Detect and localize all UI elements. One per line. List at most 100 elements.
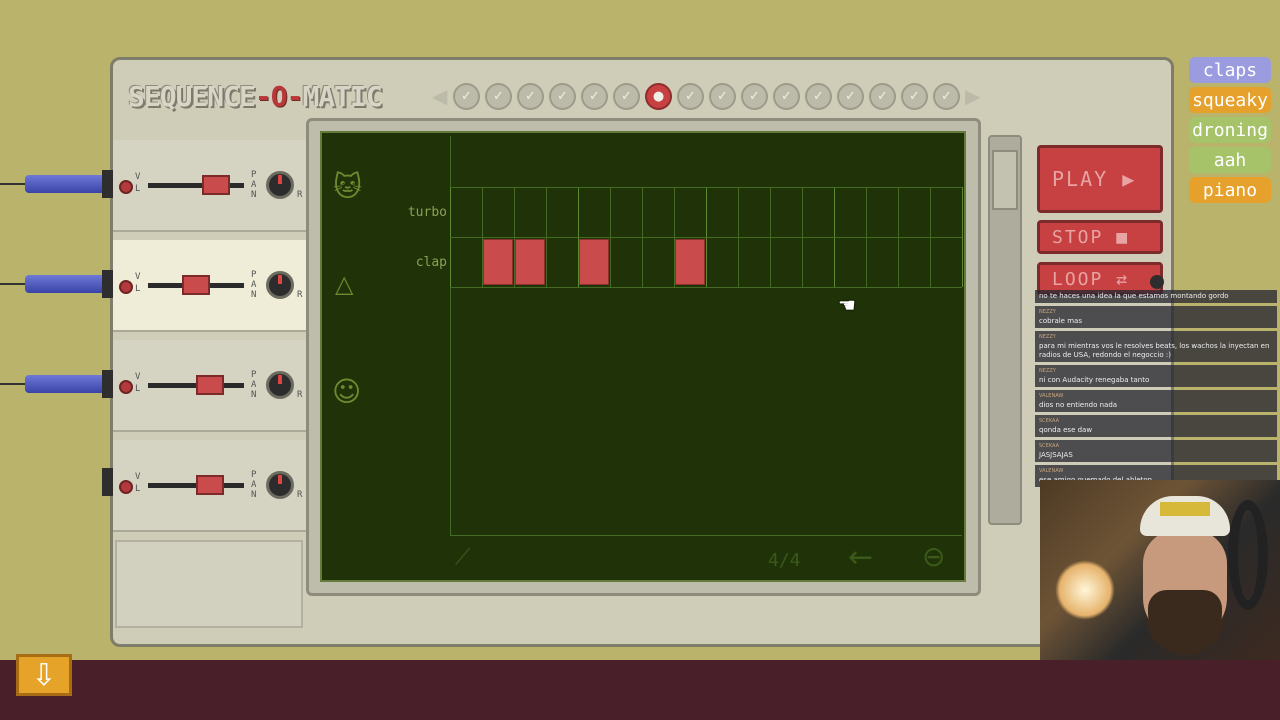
checkmark-icon: ✓ <box>805 83 832 110</box>
pan-label-a: A <box>251 180 257 190</box>
pan-label-r: R <box>297 390 303 400</box>
pan-label-n: N <box>251 490 257 500</box>
pan-knob[interactable] <box>266 371 294 399</box>
chat-message: NEZZY ni con Audacity renegaba tanto <box>1035 365 1277 387</box>
chat-text: JASJSAJAS <box>1039 451 1073 459</box>
checkmark-icon: ✓ <box>773 83 800 110</box>
beats-right-arrow-icon: ▶ <box>965 84 981 108</box>
checkmark-icon: ✓ <box>677 83 704 110</box>
sequencer-note[interactable] <box>483 239 513 285</box>
channel-led[interactable] <box>119 380 133 394</box>
chat-text: cobrale mas <box>1039 317 1082 325</box>
loop-icon: ⇄ <box>1116 268 1130 290</box>
audio-cable <box>25 275 105 293</box>
grid-bottom-line <box>450 535 962 536</box>
pan-label-a: A <box>251 380 257 390</box>
chat-text: no te haces una idea la que estamos mont… <box>1039 292 1229 300</box>
channel-strip[interactable]: VL PAN R <box>113 340 306 432</box>
vol-label-l: L <box>135 184 141 194</box>
vol-label-v: V <box>135 372 141 382</box>
beats-left-arrow-icon: ◀ <box>432 84 448 108</box>
back-arrow-icon[interactable]: ← <box>848 540 873 575</box>
down-arrow-icon: ⇩ <box>31 657 57 693</box>
sequencer-note[interactable] <box>675 239 705 285</box>
volume-slider-handle[interactable] <box>195 375 224 395</box>
pan-label-p: P <box>251 370 257 380</box>
vol-label-v: V <box>135 272 141 282</box>
checkmark-icon: ✓ <box>837 83 864 110</box>
sequencer-note[interactable] <box>515 239 545 285</box>
chat-username: VALENAW <box>1039 393 1064 399</box>
stream-chat: no te haces una idea la que estamos mont… <box>1035 290 1277 487</box>
volume-slider-handle[interactable] <box>182 275 210 295</box>
stop-icon: ■ <box>1116 226 1130 248</box>
chat-message: SCEKAA qonda ese daw <box>1035 415 1277 437</box>
vol-label-l: L <box>135 384 141 394</box>
chat-username: VALENAW <box>1039 468 1064 474</box>
checkmark-icon: ✓ <box>549 83 576 110</box>
track-label: turbo <box>407 205 447 220</box>
row-gridline <box>450 237 962 238</box>
checkmark-icon: ✓ <box>901 83 928 110</box>
pan-label-r: R <box>297 490 303 500</box>
pan-knob[interactable] <box>266 271 294 299</box>
pan-label-p: P <box>251 170 257 180</box>
pan-label-a: A <box>251 280 257 290</box>
checkmark-icon: ✓ <box>485 83 512 110</box>
chat-message: VALENAW dios no entiendo nada <box>1035 390 1277 412</box>
volume-slider-handle[interactable] <box>202 175 231 195</box>
channel-led[interactable] <box>119 180 133 194</box>
checkmark-icon: ✓ <box>517 83 544 110</box>
channel-strip[interactable]: VL PAN R <box>113 440 306 532</box>
chat-username: NEZZY <box>1039 368 1056 374</box>
checkmark-icon: ✓ <box>709 83 736 110</box>
instrument-tag-squeaky[interactable]: squeaky <box>1189 87 1271 113</box>
chat-text: qonda ese daw <box>1039 426 1093 434</box>
vol-label-v: V <box>135 172 141 182</box>
scrollbar-thumb[interactable] <box>992 150 1018 210</box>
chat-message: no te haces una idea la que estamos mont… <box>1035 290 1277 303</box>
channel-led[interactable] <box>119 280 133 294</box>
chat-username: NEZZY <box>1039 309 1056 315</box>
audio-cable <box>25 375 105 393</box>
pan-label-r: R <box>297 190 303 200</box>
vol-label-v: V <box>135 472 141 482</box>
instrument-tag-droning[interactable]: droning <box>1189 117 1271 143</box>
brush-icon[interactable]: ⟋ <box>455 545 470 570</box>
chat-text: dios no entiendo nada <box>1039 401 1118 409</box>
chat-username: SCEKAA <box>1039 443 1059 449</box>
instrument-tag-piano[interactable]: piano <box>1189 177 1271 203</box>
chat-message: SCEKAA JASJSAJAS <box>1035 440 1277 462</box>
instrument-tag-aah[interactable]: aah <box>1189 147 1271 173</box>
headset <box>1228 500 1268 610</box>
sequencer-screen[interactable] <box>320 131 966 582</box>
drop-icon[interactable]: △ <box>335 270 353 298</box>
bottom-bar <box>0 660 1280 720</box>
face-icon[interactable]: ☺ <box>332 375 361 408</box>
pan-label-r: R <box>297 290 303 300</box>
checkmark-icon: ✓ <box>741 83 768 110</box>
download-button[interactable]: ⇩ <box>16 654 72 696</box>
play-button[interactable]: PLAY ▶ <box>1037 145 1163 213</box>
channel-strip[interactable]: VL PAN R <box>113 140 306 232</box>
pan-label-p: P <box>251 470 257 480</box>
checkmark-icon: ✓ <box>453 83 480 110</box>
pan-label-n: N <box>251 290 257 300</box>
zoom-icon[interactable]: ⊖ <box>922 540 945 573</box>
pan-knob[interactable] <box>266 471 294 499</box>
cap-logo <box>1160 502 1210 516</box>
stop-button[interactable]: STOP ■ <box>1037 220 1163 254</box>
volume-slider-handle[interactable] <box>195 475 224 495</box>
chat-username: SCEKAA <box>1039 418 1059 424</box>
sequencer-note[interactable] <box>579 239 609 285</box>
channel-strip[interactable]: VL PAN R <box>113 240 306 332</box>
app-logo: SEQUENCE-O-MATIC <box>128 80 383 113</box>
instrument-tag-claps[interactable]: claps <box>1189 57 1271 83</box>
cat-icon[interactable]: 🐱︎ <box>333 170 362 203</box>
channel-led[interactable] <box>119 480 133 494</box>
pan-knob[interactable] <box>266 171 294 199</box>
empty-channel-slot <box>115 540 303 628</box>
checkmark-icon: ✓ <box>581 83 608 110</box>
step-gridline <box>962 187 963 287</box>
row-gridline <box>450 187 962 188</box>
